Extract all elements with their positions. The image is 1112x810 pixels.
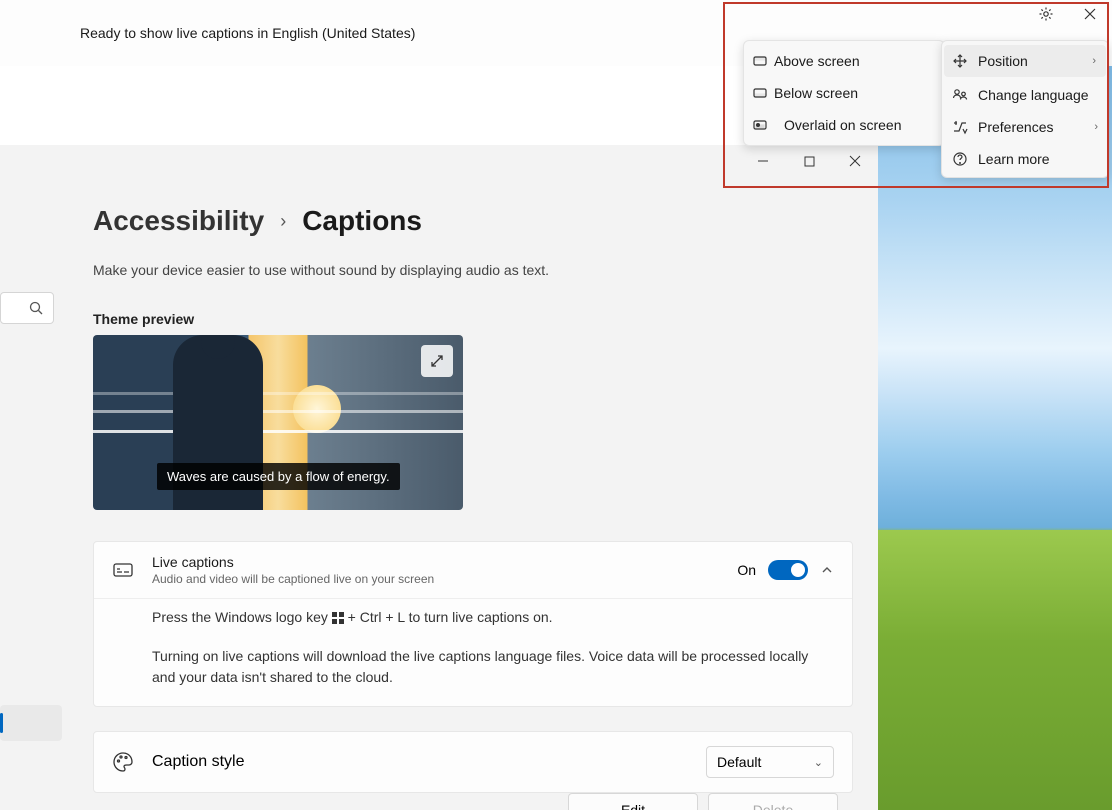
live-captions-info: Turning on live captions will download t…: [152, 646, 834, 688]
menu-item-label: Change language: [978, 87, 1089, 103]
expand-preview-button[interactable]: [421, 345, 453, 377]
minimize-button[interactable]: [740, 145, 786, 177]
live-captions-title: Live captions: [152, 554, 434, 570]
menu-item-learn-more[interactable]: Learn more: [942, 143, 1108, 175]
breadcrumb-current: Captions: [302, 205, 422, 237]
theme-preview-image: Waves are caused by a flow of energy.: [93, 335, 463, 510]
submenu-item-overlaid[interactable]: Overlaid on screen: [744, 109, 944, 141]
delete-button: Delete: [708, 793, 838, 810]
live-captions-status-text: Ready to show live captions in English (…: [80, 25, 415, 41]
caption-style-select[interactable]: Default ⌄: [706, 746, 834, 778]
submenu-item-label: Below screen: [774, 85, 858, 101]
page-subtitle: Make your device easier to use without s…: [93, 262, 549, 278]
windows-logo-icon: [332, 612, 344, 624]
settings-window: Accessibility › Captions Make your devic…: [0, 145, 878, 810]
menu-item-label: Position: [978, 53, 1028, 69]
live-captions-toggle[interactable]: [768, 560, 808, 580]
theme-preview-label: Theme preview: [93, 311, 194, 327]
submenu-item-label: Overlaid on screen: [784, 117, 902, 133]
live-captions-subtitle: Audio and video will be captioned live o…: [152, 572, 434, 586]
chevron-right-icon: ›: [280, 211, 286, 232]
edit-button[interactable]: Edit: [568, 793, 698, 810]
selected-dot-icon: [756, 123, 760, 127]
search-icon: [29, 301, 43, 315]
settings-menu: Position › Change language Preferences ›…: [941, 40, 1109, 178]
gear-icon[interactable]: [1024, 0, 1068, 28]
captions-icon: [112, 559, 134, 581]
caption-style-card: Caption style Default ⌄: [93, 731, 853, 793]
caption-style-title: Caption style: [152, 753, 245, 771]
chevron-right-icon: ›: [1094, 121, 1098, 133]
caption-style-selected: Default: [717, 754, 761, 770]
palette-icon: [112, 751, 134, 773]
chevron-up-icon[interactable]: [820, 563, 834, 577]
window-controls: [740, 145, 878, 177]
expand-icon: [430, 354, 444, 368]
search-input[interactable]: [0, 292, 54, 324]
menu-item-preferences[interactable]: Preferences ›: [942, 111, 1108, 143]
live-captions-card: Live captions Audio and video will be ca…: [93, 541, 853, 707]
close-icon[interactable]: [1068, 0, 1112, 28]
submenu-item-label: Above screen: [774, 53, 860, 69]
maximize-button[interactable]: [786, 145, 832, 177]
sidebar-item-accessibility[interactable]: [0, 705, 62, 741]
live-captions-hint: Press the Windows logo key + Ctrl + L to…: [152, 607, 834, 628]
breadcrumb: Accessibility › Captions: [93, 205, 422, 237]
position-submenu: Above screen Below screen Overlaid on sc…: [743, 40, 945, 146]
menu-item-change-language[interactable]: Change language: [942, 79, 1108, 111]
window-close-button[interactable]: [832, 145, 878, 177]
menu-item-label: Preferences: [978, 119, 1053, 135]
toggle-state-text: On: [737, 562, 756, 578]
menu-item-label: Learn more: [978, 151, 1050, 167]
submenu-item-below-screen[interactable]: Below screen: [744, 77, 944, 109]
chevron-right-icon: ›: [1092, 55, 1096, 67]
submenu-item-above-screen[interactable]: Above screen: [744, 45, 944, 77]
menu-item-position[interactable]: Position ›: [944, 45, 1106, 77]
chevron-down-icon: ⌄: [814, 756, 823, 769]
breadcrumb-parent[interactable]: Accessibility: [93, 205, 264, 237]
preview-caption-text: Waves are caused by a flow of energy.: [157, 463, 400, 490]
